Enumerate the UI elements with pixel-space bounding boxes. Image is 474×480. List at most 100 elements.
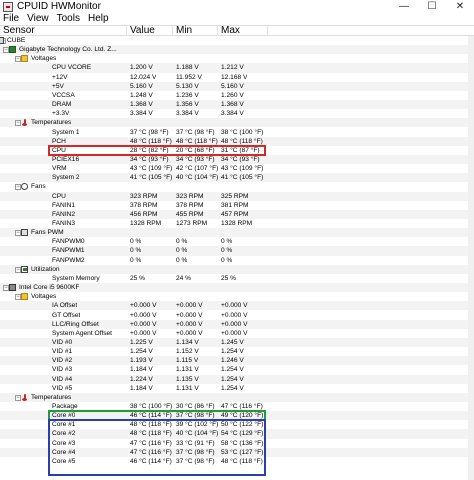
device-row[interactable]: −CUBE (0, 36, 474, 45)
sensor-row[interactable]: System 1 37 °C (98 °F) 37 °C (98 °F) 38 °C … (0, 128, 474, 137)
sensor-max: 34 °C (93 °F) (221, 155, 260, 163)
sensor-max: 0 % (221, 247, 233, 255)
group-row[interactable]: − Fans (0, 182, 474, 191)
close-button[interactable]: ✕ (446, 0, 474, 13)
sensor-row[interactable]: DRAM 1.368 V 1.356 V 1.368 V (0, 100, 474, 110)
column-header-sensor[interactable]: Sensor (0, 26, 127, 36)
sensor-label: +3.3V (52, 110, 70, 118)
sensor-max: 325 RPM (221, 192, 249, 200)
sensor-value: 1.200 V (130, 64, 153, 72)
sensor-row[interactable]: VID #1 1.254 V 1.152 V 1.254 V (0, 347, 474, 356)
highlight-box-blue (48, 419, 266, 477)
sensor-max: 41 °C (105 °F) (221, 174, 264, 182)
column-header-value[interactable]: Value (127, 26, 173, 36)
sensor-min: 1273 RPM (176, 220, 208, 227)
sensor-row[interactable]: VID #3 1.184 V 1.131 V 1.254 V (0, 365, 474, 374)
group-row[interactable]: − Voltages (0, 54, 474, 63)
group-row[interactable]: − Fans PWM (0, 228, 474, 238)
vertical-scrollbar[interactable] (468, 36, 474, 480)
sensor-min: 0 % (176, 247, 188, 255)
group-row[interactable]: − Temperatures (0, 118, 474, 128)
utilization-icon (21, 265, 28, 273)
sensor-row[interactable]: VRM 43 °C (109 °F) 42 °C (107 °F) 43 °C (10… (0, 164, 474, 173)
sensor-min: 42 °C (107 °F) (176, 165, 219, 173)
sensor-value: 1.248 V (130, 91, 153, 99)
sensor-min: 11.952 V (176, 73, 202, 81)
sensor-min: 0 % (176, 238, 188, 246)
sensor-max: 1.212 V (221, 64, 244, 72)
hwmonitor-app-icon (3, 1, 13, 12)
group-row[interactable]: − Temperatures (0, 392, 474, 402)
sensor-row[interactable]: System Memory 25 % 24 % 25 % (0, 274, 474, 283)
sensor-min: 34 °C (93 °F) (176, 155, 215, 163)
sensor-row[interactable]: VCCSA 1.248 V 1.236 V 1.260 V (0, 91, 474, 100)
sensor-value: 1.193 V (130, 357, 153, 365)
sensor-value: 378 RPM (130, 201, 158, 209)
device-row[interactable]: − Intel Core i5 9600KF (0, 283, 474, 293)
sensor-value: +0.000 V (130, 311, 157, 319)
sensor-row[interactable]: VID #4 1.224 V 1.135 V 1.254 V (0, 374, 474, 384)
sensor-max: 1.245 V (221, 338, 244, 346)
sensor-label: System Agent Offset (52, 329, 112, 337)
sensor-value: 25 % (130, 274, 146, 282)
column-header-max[interactable]: Max (218, 26, 268, 36)
sensor-min: 0 % (176, 256, 188, 264)
sensor-row[interactable]: GT Offset +0.000 V +0.000 V +0.000 V (0, 311, 474, 320)
sensor-row[interactable]: CPU 323 RPM 323 RPM 325 RPM (0, 191, 474, 201)
sensor-max: 3.384 V (221, 110, 244, 118)
sensor-max: 12.168 V (221, 73, 248, 81)
sensor-max: 1328 RPM (221, 220, 253, 227)
sensor-min: 1.236 V (176, 91, 199, 99)
title-bar: CPUID HWMonitor — ☐ ✕ (0, 0, 474, 13)
sensor-value: 323 RPM (130, 192, 158, 200)
sensor-row[interactable]: +5V 5.160 V 5.130 V 5.160 V (0, 81, 474, 91)
sensor-tree[interactable]: −CUBE−Gigabyte Technology Co. Ltd. Z...−… (0, 36, 474, 480)
sensor-row[interactable]: +3.3V 3.384 V 3.384 V 3.384 V (0, 109, 474, 118)
menu-view[interactable]: View (27, 13, 49, 25)
sensor-row[interactable]: LLC/Ring Offset +0.000 V +0.000 V +0.000 V (0, 319, 474, 329)
sensor-label: LLC/Ring Offset (52, 320, 99, 328)
sensor-row[interactable]: +12V 12.024 V 11.952 V 12.168 V (0, 73, 474, 82)
menu-file[interactable]: File (3, 13, 19, 25)
sensor-label: System 1 (52, 128, 80, 136)
sensor-row[interactable]: System 2 41 °C (105 °F) 40 °C (104 °F) 41 °… (0, 173, 474, 183)
sensor-label: System Memory (52, 274, 100, 282)
sensor-row[interactable]: FANIN3 1328 RPM 1273 RPM 1328 RPM (0, 219, 474, 228)
sensor-row[interactable]: CPU VCORE 1.200 V 1.188 V 1.212 V (0, 63, 474, 73)
sensor-min: 1.152 V (176, 348, 199, 356)
sensor-row[interactable]: VID #2 1.193 V 1.115 V 1.246 V (0, 356, 474, 366)
computer-icon (0, 37, 4, 44)
sensor-label: CPU VCORE (52, 64, 92, 72)
sensor-row[interactable]: FANPWM0 0 % 0 % 0 % (0, 237, 474, 246)
sensor-row[interactable]: FANIN1 378 RPM 378 RPM 381 RPM (0, 201, 474, 210)
sensor-row[interactable]: PCIEX16 34 °C (93 °F) 34 °C (93 °F) 34 °C (… (0, 154, 474, 165)
menu-help[interactable]: Help (88, 13, 109, 25)
column-header: Sensor Value Min Max (0, 25, 474, 36)
sensor-row[interactable]: FANPWM2 0 % 0 % 0 % (0, 256, 474, 265)
sensor-label: VRM (52, 165, 67, 173)
sensor-value: 3.384 V (130, 110, 153, 118)
group-row[interactable]: − Utilization (0, 264, 474, 274)
sensor-value: 34 °C (93 °F) (130, 155, 169, 163)
sensor-row[interactable]: System Agent Offset +0.000 V +0.000 V +0.00… (0, 329, 474, 338)
sensor-min: +0.000 V (176, 320, 203, 328)
sensor-label: VCCSA (52, 91, 75, 99)
menu-tools[interactable]: Tools (57, 13, 80, 25)
sensor-value: 1.225 V (130, 338, 153, 346)
sensor-value: 1.368 V (130, 101, 153, 109)
sensor-value: 0 % (130, 256, 142, 264)
column-header-min[interactable]: Min (173, 26, 218, 36)
sensor-min: 1.188 V (176, 64, 199, 72)
highlight-box-red (48, 144, 266, 156)
maximize-button[interactable]: ☐ (418, 0, 446, 13)
sensor-row[interactable]: FANPWM1 0 % 0 % 0 % (0, 246, 474, 256)
sensor-row[interactable]: FANIN2 456 RPM 455 RPM 457 RPM (0, 209, 474, 219)
device-row[interactable]: − Gigabyte Technology Co. Ltd. Z... (0, 45, 474, 55)
sensor-row[interactable]: IA Offset +0.000 V +0.000 V +0.000 V (0, 301, 474, 311)
minimize-button[interactable]: — (390, 0, 418, 13)
sensor-label: FANPWM2 (52, 256, 85, 264)
sensor-row[interactable]: VID #0 1.225 V 1.134 V 1.245 V (0, 337, 474, 348)
sensor-row[interactable]: VID #5 1.184 V 1.131 V 1.254 V (0, 384, 474, 393)
group-row[interactable]: − Voltages (0, 292, 474, 301)
sensor-min: 1.131 V (176, 366, 199, 374)
